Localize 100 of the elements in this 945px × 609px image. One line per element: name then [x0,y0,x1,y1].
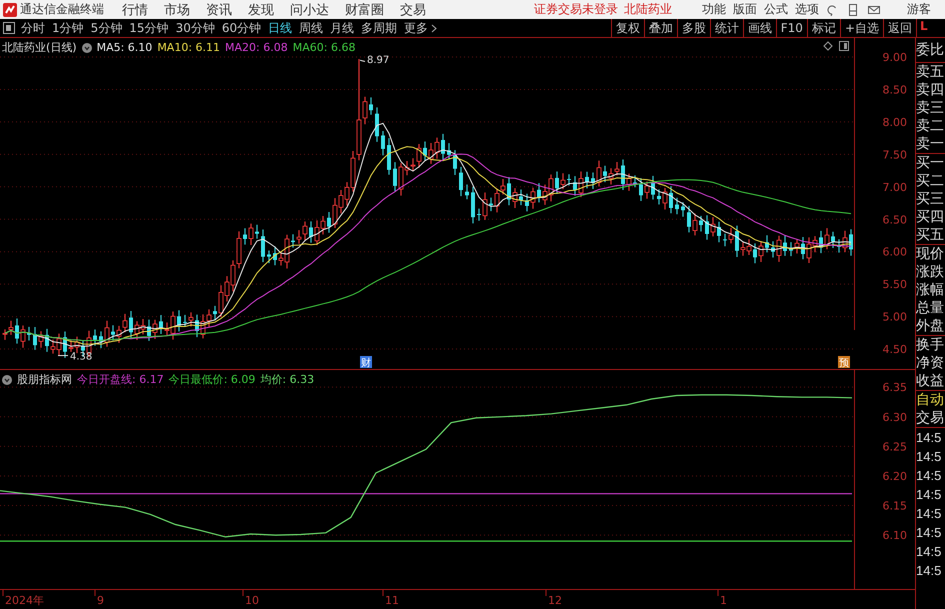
period-tab[interactable]: 多周期 [361,20,398,36]
candlestick [20,324,26,348]
trade-tab[interactable]: 交易 [916,409,945,427]
quote-label: 买四 [916,208,945,226]
menu-item[interactable]: 功能 [702,1,726,18]
toolbar-button[interactable]: +自选 [840,19,883,37]
period-tab[interactable]: 分时 [21,20,45,36]
period-tab[interactable]: 60分钟 [222,20,262,36]
event-marker: 预 [838,356,850,369]
menu-item[interactable]: 财富圈 [345,0,384,18]
period-tab[interactable]: 15分钟 [129,20,169,36]
quote-label: 总量 [916,299,945,317]
quote-label: 卖三 [916,99,945,117]
axis-label: 7.00 [882,180,907,194]
toolbar-button[interactable]: 统计 [710,19,743,37]
chat-icon[interactable] [826,4,838,16]
candlestick [243,228,247,246]
period-tab[interactable]: 1分钟 [52,20,84,36]
candlestick [681,202,685,218]
candlestick [375,106,379,142]
legend-value: MA10: 6.11 [157,41,220,54]
panel-toggle-icon[interactable] [3,22,15,34]
candlestick [765,234,769,253]
toolbar-button[interactable]: 复权 [610,19,644,37]
quote-label: 收益 [916,372,945,390]
settings-icon[interactable] [82,42,92,52]
candlestick [728,227,734,244]
indicator-title: 股朋指标网 [17,372,72,387]
menu-item[interactable]: 资讯 [206,0,232,18]
toolbar-button[interactable]: F10 [776,19,807,37]
panel-toggle-icon[interactable] [839,41,849,51]
candlestick [63,331,67,358]
user-label[interactable]: 游客 [907,1,931,18]
candlestick [783,235,787,256]
period-tab[interactable]: 30分钟 [176,20,215,36]
axis-label: 9.00 [882,51,907,64]
period-tab[interactable]: 月线 [330,20,354,36]
toolbar-button[interactable]: 画线 [742,19,776,37]
trade-time: 14:5 [916,448,942,466]
candlestick [692,213,698,236]
legend-value: MA5: 6.10 [96,41,152,54]
device-icon[interactable] [847,4,859,16]
candlestick [99,330,103,349]
axis-label: 4.50 [882,343,907,356]
toolbar-button[interactable]: 叠加 [644,19,677,37]
axis-label: 6.00 [882,246,907,259]
axis-label: 2024年 [5,594,44,607]
chevron-icon [431,24,438,32]
mail-icon[interactable] [868,4,880,16]
toolbar-button[interactable]: 标记 [806,19,840,37]
toolbar-button[interactable]: 多股 [676,19,710,37]
menu-item[interactable]: 问小达 [290,0,329,18]
candlestick [507,176,511,206]
candlestick [530,187,536,210]
axis-label: 7.50 [882,148,907,162]
trade-time: 14:5 [916,505,942,523]
legend-value: 今日开盘线: 6.17 [77,372,164,387]
candlestick [38,330,44,348]
menu-item[interactable]: 发现 [248,0,274,18]
settings-icon[interactable] [2,374,12,384]
menu-item[interactable]: 选项 [795,1,819,18]
candlestick [489,197,493,212]
quote-label: 涨幅 [916,281,945,299]
axis-label: 6.30 [882,410,907,424]
axis-label: 10 [245,594,259,607]
candlestick [465,184,469,200]
menu-item[interactable]: 版面 [733,1,757,18]
quote-label: 净资 [916,354,945,372]
quote-label: 现价 [916,245,945,263]
diamond-icon[interactable] [823,41,833,51]
period-tab[interactable]: 日线 [268,20,292,36]
candlestick [591,172,595,190]
period-tab[interactable]: 周线 [299,20,324,36]
axis-label: 8.00 [882,116,907,129]
panel-label[interactable]: L [916,19,945,37]
candlestick [393,162,397,192]
candlestick [717,221,721,243]
quote-label: 卖四 [916,81,945,99]
candlestick [111,324,115,341]
period-tab[interactable]: 5分钟 [90,20,122,36]
trade-time: 14:5 [916,467,942,485]
low-price-label: 4.38 [70,352,92,363]
menu-item[interactable]: 交易 [400,0,426,18]
menu-item[interactable]: 公式 [764,1,788,18]
toolbar-button[interactable]: 返回 [883,19,916,37]
candlestick [255,224,259,240]
candlestick [387,138,391,176]
menu-item[interactable]: 行情 [122,0,148,18]
menu-item[interactable]: 市场 [164,0,190,18]
candlestick [633,174,637,188]
candlestick [482,192,488,220]
candlestick [525,193,529,212]
candlestick [758,240,764,263]
auto-tab[interactable]: 自动 [916,391,945,409]
quote-label: 买一 [916,154,945,172]
axis-label: 1 [720,594,727,607]
login-status[interactable]: 证券交易未登录 [534,1,618,18]
candlestick [477,208,481,222]
axis-label: 5.50 [882,278,907,292]
more-button[interactable]: 更多 [404,20,438,36]
